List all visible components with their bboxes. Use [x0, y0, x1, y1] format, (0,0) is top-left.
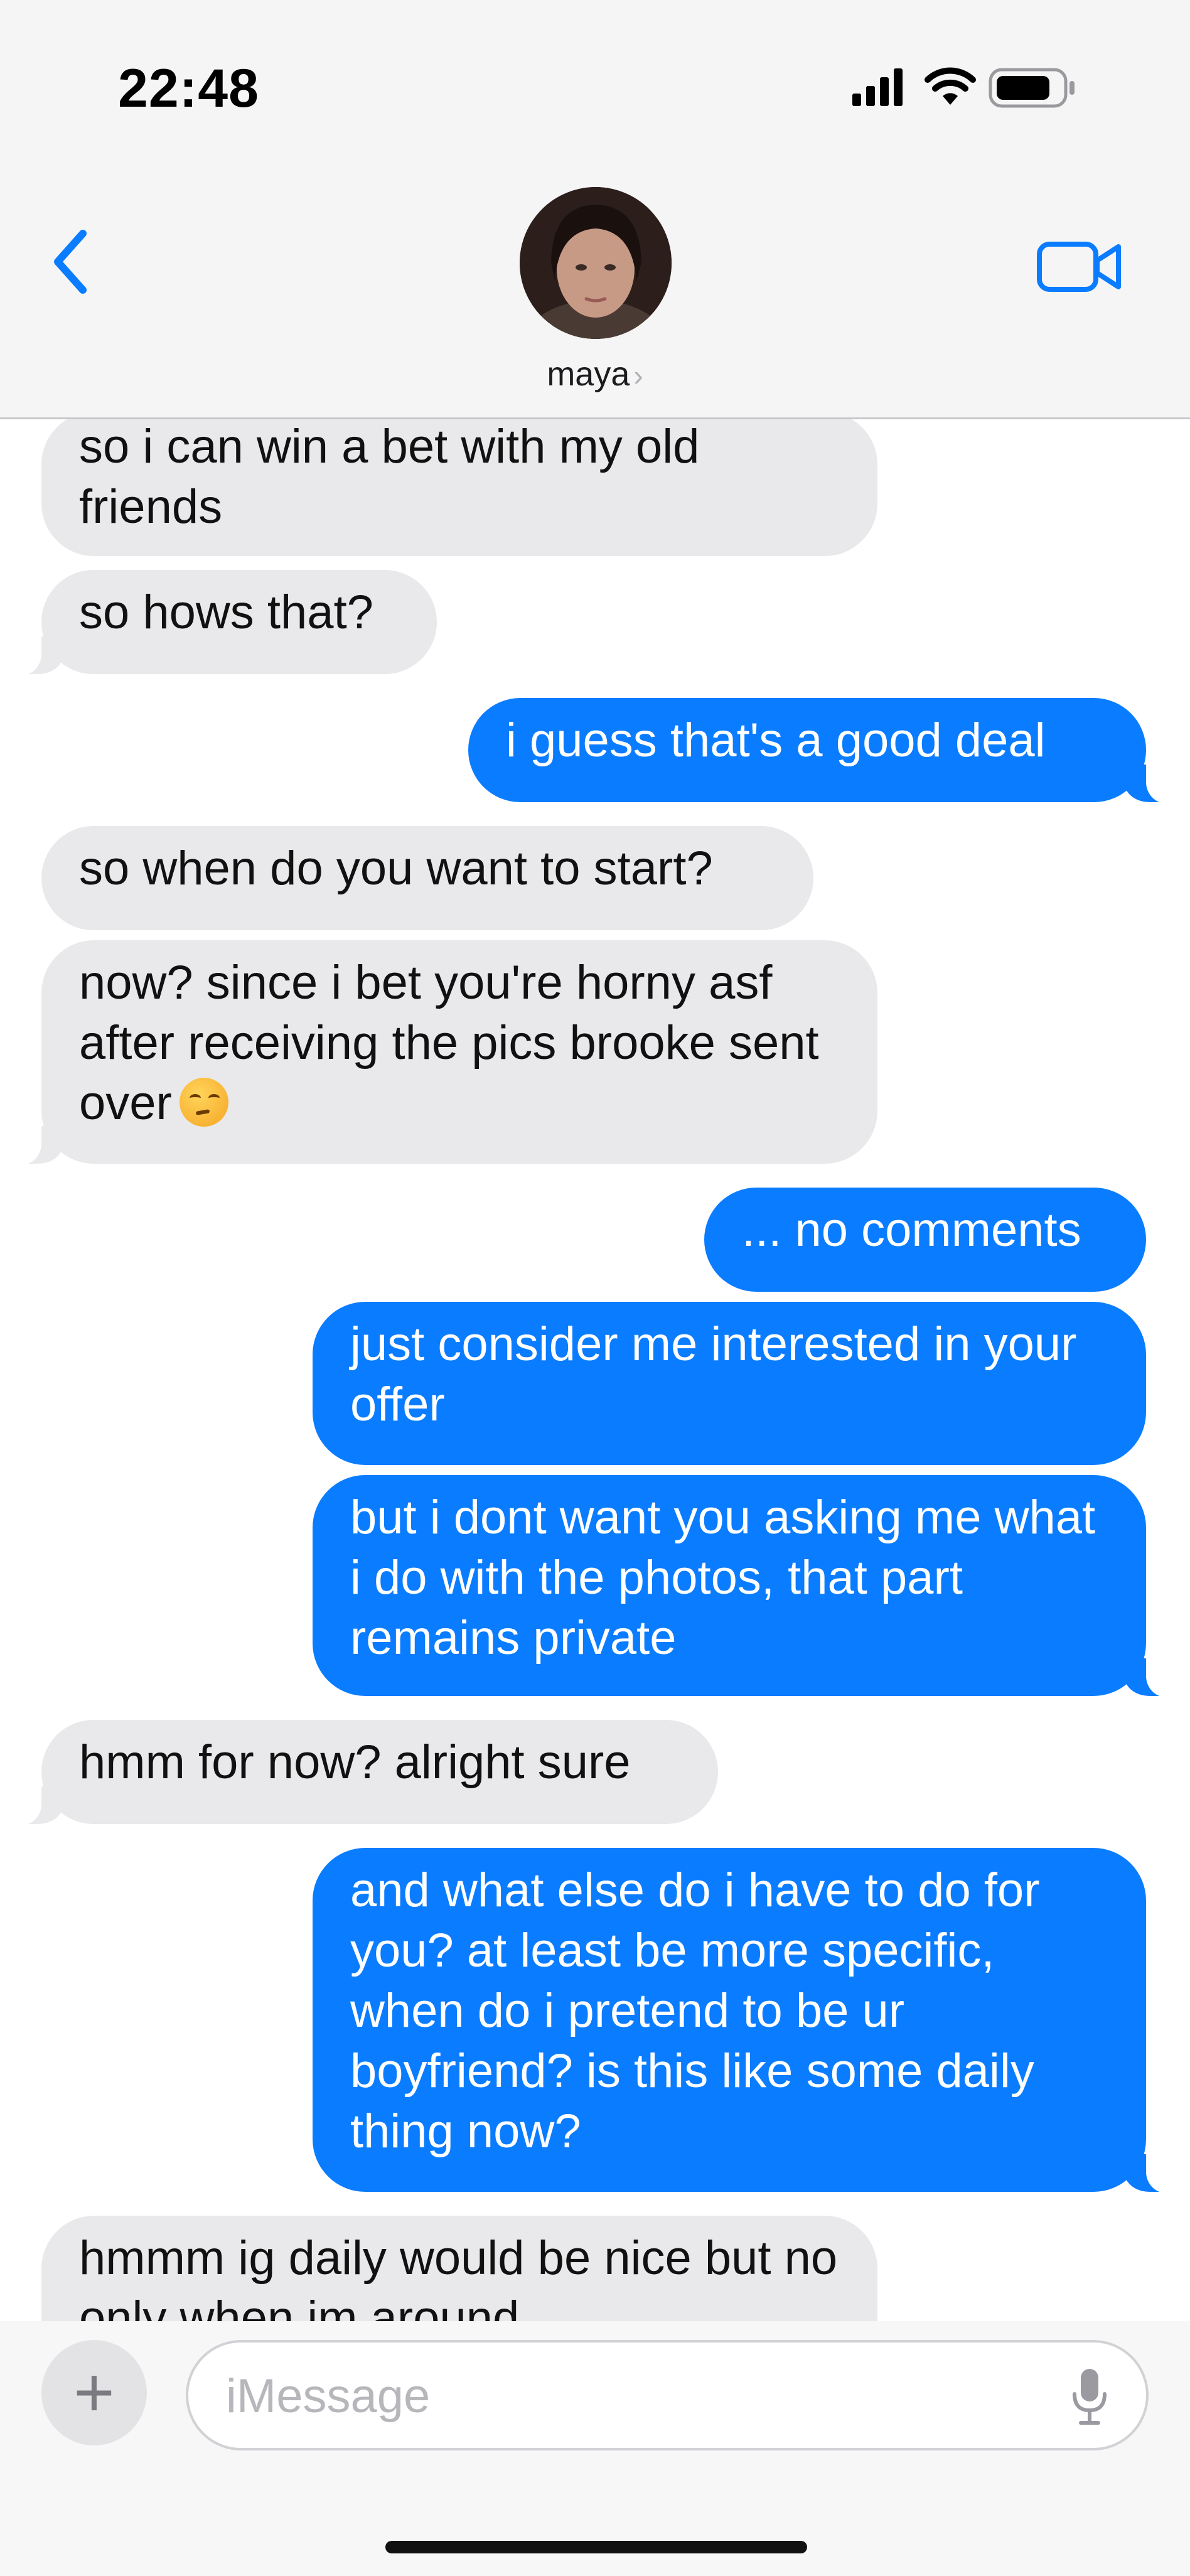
video-call-icon[interactable] [1036, 235, 1123, 298]
chevron-right-icon: › [633, 359, 643, 392]
received-message[interactable]: hmm for now? alright sure [13, 1720, 718, 1825]
received-message[interactable]: so hows that? [13, 570, 437, 675]
face-with-rolling-eyes-icon [179, 1078, 228, 1127]
cellular-signal-icon [852, 68, 903, 106]
message-text: but i dont want you asking me what i do … [350, 1491, 1096, 1665]
message-text: so hows that? [79, 586, 373, 639]
message-text: and what else do i have to do for you? a… [350, 1864, 1040, 2158]
wifi-icon [925, 67, 976, 105]
home-indicator[interactable] [385, 2541, 807, 2553]
back-chevron-icon[interactable] [46, 227, 97, 296]
message-text: ... no comments [742, 1203, 1081, 1257]
imessage-field[interactable] [186, 2340, 1149, 2450]
sent-message[interactable]: but i dont want you asking me what i do … [313, 1475, 1175, 1697]
received-message[interactable]: so i can win a bet with my old friends [41, 419, 877, 556]
message-text: i guess that's a good deal [506, 714, 1046, 767]
message-input[interactable] [225, 2343, 1043, 2449]
message-text: hmmm ig daily would be nice but no only … [79, 2231, 838, 2321]
conversation-header: 22:48 maya › [0, 0, 1190, 419]
message-text: so when do you want to start? [79, 842, 713, 895]
sent-message[interactable]: just consider me interested in your offe… [313, 1302, 1146, 1465]
message-text: hmm for now? alright sure [79, 1736, 631, 1789]
received-message[interactable]: so when do you want to start? [41, 826, 813, 930]
microphone-icon[interactable] [1071, 2366, 1108, 2427]
contact-avatar[interactable] [520, 187, 672, 339]
sent-message[interactable]: ... no comments [704, 1188, 1146, 1292]
message-text: so i can win a bet with my old friends [79, 420, 700, 534]
received-message[interactable]: now? since i bet you're horny asf after … [13, 940, 877, 1165]
contact-name-button[interactable]: maya › [0, 355, 1190, 394]
message-text: just consider me interested in your offe… [350, 1318, 1077, 1431]
add-attachment-button[interactable]: + [41, 2340, 147, 2445]
sent-message[interactable]: and what else do i have to do for you? a… [313, 1848, 1175, 2193]
message-list[interactable]: so i can win a bet with my old friends s… [0, 419, 1190, 2321]
status-icons [852, 67, 1075, 108]
contact-name: maya [547, 355, 630, 393]
status-time: 22:48 [118, 58, 259, 119]
battery-icon [989, 68, 1075, 108]
sent-message[interactable]: i guess that's a good deal [468, 698, 1175, 803]
received-message[interactable]: hmmm ig daily would be nice but no only … [41, 2216, 877, 2321]
